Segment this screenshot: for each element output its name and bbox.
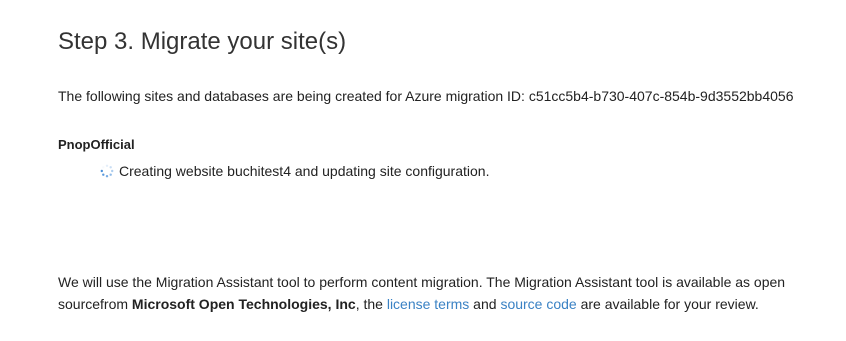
site-name-heading: PnopOfficial	[58, 137, 135, 152]
footer-text-part-2: , the	[355, 296, 387, 312]
page-title: Step 3. Migrate your site(s)	[58, 28, 347, 55]
site-status-row: Creating website buchitest4 and updating…	[100, 162, 489, 180]
migration-assistant-note: We will use the Migration Assistant tool…	[58, 271, 838, 315]
site-status-text: Creating website buchitest4 and updating…	[119, 163, 490, 179]
loading-spinner-icon	[100, 164, 114, 178]
footer-text-part-3: and	[469, 296, 501, 312]
footer-text-part-4: are available for your review.	[576, 296, 759, 312]
migration-intro-text: The following sites and databases are be…	[58, 88, 794, 104]
organization-name: Microsoft Open Technologies, Inc	[131, 296, 356, 312]
license-terms-link[interactable]: license terms	[387, 296, 469, 312]
source-code-link[interactable]: source code	[500, 296, 576, 312]
